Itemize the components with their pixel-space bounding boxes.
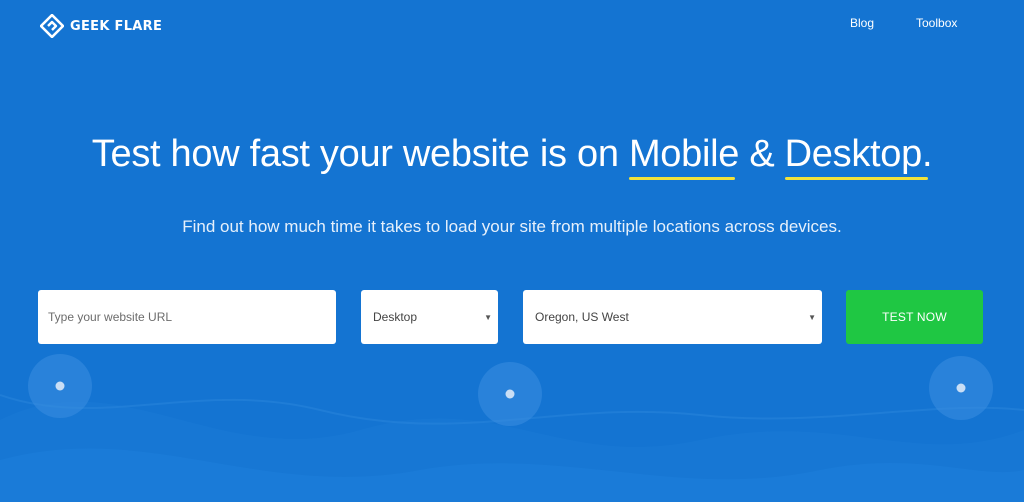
highlight-desktop: Desktop. [784, 133, 933, 180]
location-dot [55, 381, 65, 391]
highlight-mobile: Mobile [628, 133, 740, 180]
url-field-container [38, 290, 336, 344]
brand-name: GEEK FLARE [70, 18, 163, 34]
location-circle [28, 354, 92, 418]
main-nav: Blog Toolbox [724, 16, 1024, 34]
test-now-button[interactable]: TEST NOW [846, 290, 983, 344]
nav-link-toolbox[interactable]: Toolbox [916, 16, 957, 30]
location-dot [956, 383, 966, 393]
highlight-underline [628, 177, 736, 180]
location-selected-value: Oregon, US West [535, 310, 629, 324]
hero-headline: Test how fast your website is on Mobile … [0, 133, 1024, 180]
location-select[interactable]: Oregon, US West ▼ [523, 290, 822, 344]
brand-logo-link[interactable]: GEEK FLARE [40, 14, 162, 38]
website-url-input[interactable] [38, 290, 336, 344]
background-decoration [0, 354, 1024, 502]
top-navigation-bar: GEEK FLARE Blog Toolbox [0, 0, 1024, 50]
headline-mid: & [739, 133, 785, 175]
geekflare-diamond-icon [40, 14, 64, 38]
highlight-mobile-text: Mobile [628, 133, 740, 175]
background-wave [0, 401, 1024, 502]
device-select[interactable]: Desktop ▼ [361, 290, 498, 344]
highlight-underline [784, 177, 929, 180]
hero-subheadline: Find out how much time it takes to load … [182, 217, 842, 236]
nav-link-blog[interactable]: Blog [850, 16, 874, 30]
caret-down-icon: ▼ [484, 312, 492, 322]
device-selected-value: Desktop [373, 310, 418, 324]
background-wave [0, 448, 1024, 502]
location-circle [929, 356, 993, 420]
location-dot [505, 389, 515, 399]
background-wave [0, 394, 1024, 425]
caret-down-icon: ▼ [808, 312, 816, 322]
highlight-desktop-text: Desktop. [784, 133, 933, 175]
headline-prefix: Test how fast your website is on [91, 133, 629, 175]
location-circle [478, 362, 542, 426]
